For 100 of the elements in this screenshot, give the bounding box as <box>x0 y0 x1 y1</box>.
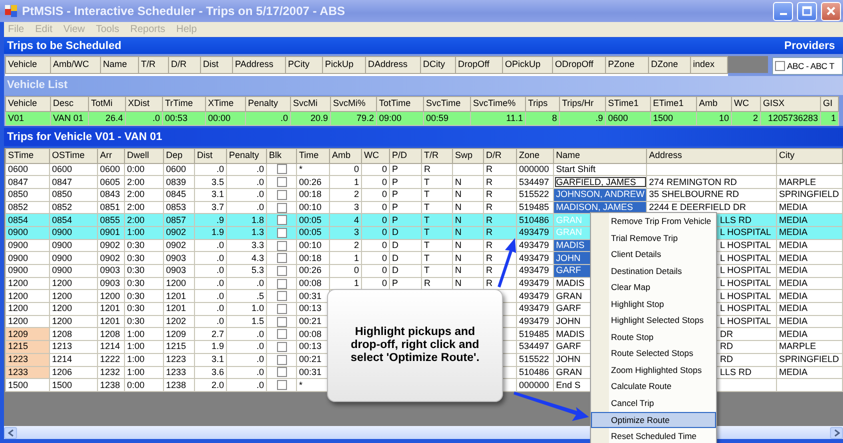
table-cell: .0 <box>226 328 266 341</box>
column-header[interactable]: Penalty <box>246 96 290 111</box>
column-header[interactable]: Amb/WC <box>50 56 100 74</box>
table-cell: 1500 <box>6 378 50 392</box>
column-header[interactable]: Name <box>100 56 138 74</box>
column-header[interactable]: STime <box>6 148 50 163</box>
table-cell: .5 <box>226 290 266 303</box>
column-header[interactable]: T/R <box>422 148 452 163</box>
column-header[interactable]: TotMi <box>88 96 126 111</box>
menu-item[interactable]: Optimize Route <box>591 412 716 428</box>
provider-label[interactable]: ABC - ABC T <box>787 58 834 74</box>
table-cell: MEDIA <box>776 264 842 278</box>
column-header[interactable]: D/R <box>484 148 516 163</box>
column-header[interactable]: Dwell <box>124 148 164 163</box>
table-cell: MEDIA <box>776 366 842 379</box>
column-header[interactable]: XTime <box>206 96 246 111</box>
table-cell: 1200 <box>50 315 98 328</box>
table-cell: 510486 <box>516 366 554 379</box>
table-cell: * <box>296 163 330 176</box>
column-header[interactable]: XDist <box>126 96 162 111</box>
table-cell: D <box>390 239 422 252</box>
menu-item[interactable]: Reset Scheduled Time <box>591 428 716 443</box>
column-header[interactable]: TrTime <box>162 96 206 111</box>
column-header[interactable]: Vehicle <box>6 56 50 74</box>
column-header[interactable]: City <box>776 148 842 163</box>
column-header[interactable]: Arr <box>98 148 124 163</box>
column-header[interactable]: Dist <box>194 148 226 163</box>
column-header[interactable]: ETime1 <box>650 96 696 111</box>
column-header[interactable]: Trips/Hr <box>560 96 606 111</box>
column-header[interactable]: Vehicle <box>6 96 50 111</box>
column-header[interactable]: DZone <box>648 56 690 74</box>
table-cell: .0 <box>226 353 266 366</box>
column-header[interactable]: Amb <box>330 148 362 163</box>
column-header[interactable]: Blk <box>266 148 296 163</box>
table-cell: 000000 <box>516 163 554 176</box>
column-header[interactable]: PAddress <box>232 56 286 74</box>
table-cell: 0 <box>362 239 390 252</box>
column-header[interactable]: Desc <box>50 96 88 111</box>
table-cell: 0:30 <box>124 277 164 290</box>
table-cell: 0854 <box>50 214 98 226</box>
column-header[interactable]: ODropOff <box>552 56 606 74</box>
column-header[interactable]: Dep <box>164 148 194 163</box>
table-cell: 000000 <box>516 378 554 392</box>
table-cell: T <box>422 176 452 188</box>
table-cell: D <box>390 252 422 264</box>
column-header[interactable]: OPickUp <box>502 56 552 74</box>
menu-item[interactable]: Cancel Trip <box>591 395 716 412</box>
column-header[interactable]: Time <box>296 148 330 163</box>
column-header[interactable]: Amb <box>696 96 732 111</box>
column-header[interactable]: TotTime <box>376 96 424 111</box>
table-cell: 1:00 <box>124 340 164 354</box>
column-header[interactable]: PZone <box>606 56 648 74</box>
table-cell: 00:53 <box>162 111 206 126</box>
column-header[interactable]: DropOff <box>456 56 502 74</box>
column-header[interactable]: PickUp <box>322 56 366 74</box>
table-cell: .0 <box>226 163 266 176</box>
column-header[interactable]: STime1 <box>606 96 650 111</box>
column-header[interactable]: DAddress <box>366 56 420 74</box>
column-header[interactable]: WC <box>732 96 760 111</box>
table-cell: 0 <box>362 163 390 176</box>
column-header[interactable]: P/D <box>390 148 422 163</box>
column-header[interactable]: SvcTime% <box>470 96 526 111</box>
table-cell: 00:10 <box>296 239 330 252</box>
column-header[interactable]: SvcTime <box>424 96 470 111</box>
column-header[interactable]: GI <box>820 96 838 111</box>
column-header[interactable]: index <box>690 56 728 74</box>
column-header[interactable]: SvcMi% <box>330 96 376 111</box>
column-header[interactable]: SvcMi <box>290 96 330 111</box>
column-header[interactable]: Address <box>646 148 776 163</box>
table-cell: 1222 <box>98 353 124 366</box>
panel-title: Trips to be Scheduled <box>7 39 122 54</box>
table-cell: .0 <box>246 111 290 126</box>
column-header[interactable]: Name <box>554 148 646 163</box>
column-header[interactable]: T/R <box>138 56 168 74</box>
table-cell: 2 <box>330 188 362 202</box>
table-cell: R <box>484 188 516 202</box>
table-cell: 00:18 <box>296 252 330 264</box>
column-header[interactable]: Swp <box>452 148 484 163</box>
column-header[interactable]: Zone <box>516 148 554 163</box>
table-cell: 26.4 <box>88 111 126 126</box>
table-cell: 0600 <box>606 111 650 126</box>
table-cell: .0 <box>226 366 266 379</box>
column-header[interactable]: WC <box>362 148 390 163</box>
table-cell: 0850 <box>50 188 98 202</box>
column-header[interactable]: Penalty <box>226 148 266 163</box>
table-cell: .9 <box>560 111 606 126</box>
column-header[interactable]: GISX <box>760 96 820 111</box>
table-cell: 0:30 <box>124 252 164 264</box>
table-cell: 534497 <box>516 340 554 354</box>
column-header[interactable]: PCity <box>286 56 322 74</box>
column-header[interactable]: OSTime <box>50 148 98 163</box>
table-cell: .0 <box>226 340 266 354</box>
table-cell: N <box>452 264 484 278</box>
column-header[interactable]: DCity <box>420 56 456 74</box>
table-cell: MEDIA <box>776 214 842 226</box>
column-header[interactable]: Trips <box>526 96 560 111</box>
column-header[interactable]: D/R <box>168 56 200 74</box>
column-header[interactable]: Dist <box>200 56 232 74</box>
table-cell: MEDIA <box>776 315 842 328</box>
table-cell: 35 SHELBOURNE RD <box>646 188 776 202</box>
